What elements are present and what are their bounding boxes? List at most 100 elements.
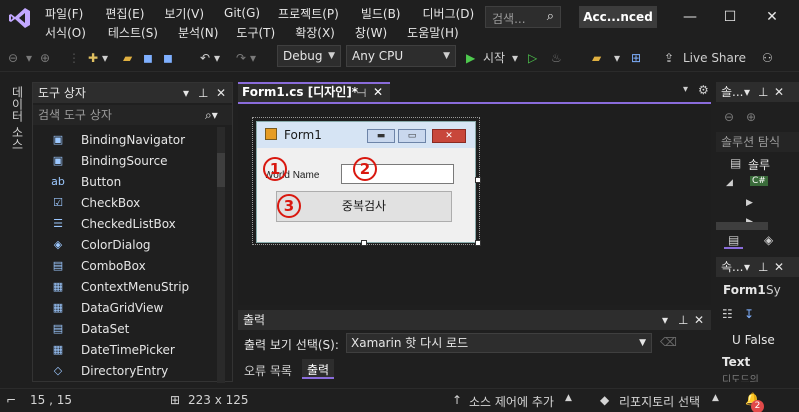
back-icon[interactable]: ⊖ xyxy=(8,48,18,68)
menu-tools[interactable]: 도구(T) xyxy=(236,24,275,41)
toolbox-item[interactable]: ▦ DateTimePicker xyxy=(51,339,175,360)
folder-view-icon[interactable]: ▰ xyxy=(592,48,601,68)
pin-icon[interactable]: ⊥ xyxy=(198,83,208,103)
chevron-down-icon[interactable]: ▾ xyxy=(662,310,668,330)
menu-project[interactable]: 프로젝트(P) xyxy=(278,5,339,22)
forward-icon[interactable]: ⊕ xyxy=(746,110,756,124)
toolbox-item[interactable]: ▦ DataGridView xyxy=(51,297,164,318)
solution-hscrollbar[interactable] xyxy=(716,222,768,230)
tab-form1-designer[interactable]: Form1.cs [디자인]* ⊣ ✕ xyxy=(238,82,390,102)
gear-icon[interactable]: ⚙ xyxy=(698,83,709,97)
solution-search-input[interactable]: 솔루션 탐식 xyxy=(716,132,799,152)
save-icon[interactable]: ◼ xyxy=(143,48,153,68)
chevron-down-icon[interactable]: ▾ xyxy=(26,48,32,68)
menu-view[interactable]: 보기(V) xyxy=(164,5,204,22)
solution-node-label[interactable]: 솔루 xyxy=(748,156,770,173)
toolbox-item[interactable]: ◈ ColorDialog xyxy=(51,234,151,255)
menu-build[interactable]: 빌드(B) xyxy=(361,5,401,22)
tab-error-list[interactable]: 오류 목록 xyxy=(244,362,292,379)
toolbox-item[interactable]: ▤ ComboBox xyxy=(51,255,146,276)
duplicate-check-button[interactable]: 중복검사 xyxy=(276,191,452,222)
repository-button[interactable]: 리포지토리 선택 xyxy=(619,393,700,410)
menu-test[interactable]: 테스트(S) xyxy=(108,24,158,41)
chevron-down-icon[interactable]: ▾ xyxy=(214,48,220,68)
platform-dropdown[interactable]: Any CPU ▼ xyxy=(346,45,456,67)
start-without-debug-icon[interactable]: ▷ xyxy=(528,48,537,68)
menu-edit[interactable]: 편집(E) xyxy=(105,5,144,22)
layout-icon[interactable]: ⊞ xyxy=(631,48,641,68)
close-icon[interactable]: ✕ xyxy=(752,6,792,28)
toolbox-scroll-thumb[interactable] xyxy=(217,153,225,187)
search-input[interactable]: 검색... ⌕ xyxy=(485,6,561,28)
tab-solution-explorer-icon[interactable]: ▤ xyxy=(724,233,744,249)
tab-git-changes-icon[interactable]: ◈ xyxy=(764,233,773,247)
pin-icon[interactable]: ⊥ xyxy=(758,257,768,277)
minimize-icon[interactable]: — xyxy=(670,6,710,28)
menu-git[interactable]: Git(G) xyxy=(224,6,260,20)
categorized-icon[interactable]: ☷ xyxy=(722,307,733,321)
chevron-down-icon[interactable]: ▾ xyxy=(744,82,750,102)
form1-window[interactable]: Form1 ▬ ▭ ✕ World Name 중복검사 1 2 3 xyxy=(256,121,476,243)
solution-title-button[interactable]: Acc...nced xyxy=(579,6,657,28)
back-icon[interactable]: ⊖ xyxy=(724,110,734,124)
toolbox-item[interactable]: ▣ BindingNavigator xyxy=(51,129,185,150)
maximize-icon[interactable]: ☐ xyxy=(710,6,750,28)
menu-format[interactable]: 서식(O) xyxy=(45,24,86,41)
resize-handle[interactable] xyxy=(475,177,481,183)
chevron-down-icon[interactable]: ▾ xyxy=(512,48,518,68)
toolbox-item[interactable]: ▤ DataSet xyxy=(51,318,130,339)
toolbox-search-input[interactable]: 검색 도구 상자 ⌕▾ xyxy=(33,105,232,125)
new-item-icon[interactable]: ✚ xyxy=(88,48,98,68)
toolbox-item[interactable]: ▦ ContextMenuStrip xyxy=(51,276,189,297)
chevron-down-icon[interactable]: ▾ xyxy=(744,257,750,277)
close-icon[interactable]: ✕ xyxy=(373,84,383,101)
live-share-icon[interactable]: ⇪ xyxy=(664,48,674,68)
alphabetical-icon[interactable]: ↧ xyxy=(744,307,754,321)
chevron-right-icon[interactable]: ▶ xyxy=(746,198,753,208)
menu-file[interactable]: 파일(F) xyxy=(45,5,83,22)
start-button[interactable]: 시작 xyxy=(483,48,505,68)
pin-icon[interactable]: ⊥ xyxy=(678,310,688,330)
close-icon[interactable]: ✕ xyxy=(216,83,226,103)
clear-output-icon[interactable]: ⌫ xyxy=(660,335,677,349)
config-dropdown[interactable]: Debug ▼ xyxy=(277,45,341,67)
live-share-button[interactable]: Live Share xyxy=(683,48,746,68)
close-icon[interactable]: ✕ xyxy=(774,257,784,277)
forward-icon[interactable]: ⊕ xyxy=(40,48,50,68)
feedback-icon[interactable]: ⚇ xyxy=(762,48,773,68)
chevron-down-icon[interactable]: ▾ xyxy=(102,48,108,68)
source-control-button[interactable]: 소스 제어에 추가 xyxy=(469,393,554,410)
menu-analyze[interactable]: 분석(N) xyxy=(178,24,218,41)
pin-icon[interactable]: ⊣ xyxy=(356,85,366,102)
pin-icon[interactable]: ⊥ xyxy=(758,82,768,102)
expand-icon[interactable]: ◢ xyxy=(726,178,733,188)
close-icon[interactable]: ✕ xyxy=(774,82,784,102)
tab-output[interactable]: 출력 xyxy=(302,359,335,379)
chevron-down-icon[interactable]: ▾ xyxy=(250,48,256,68)
menu-window[interactable]: 창(W) xyxy=(355,24,387,41)
resize-handle[interactable] xyxy=(361,240,367,246)
visual-studio-logo-icon[interactable] xyxy=(8,6,32,30)
menu-extensions[interactable]: 확장(X) xyxy=(295,24,335,41)
close-icon[interactable]: ✕ xyxy=(694,310,704,330)
undo-icon[interactable]: ↶ xyxy=(200,48,210,68)
tab-dropdown-icon[interactable]: ▾ xyxy=(683,84,688,95)
chevron-up-icon[interactable]: ▲ xyxy=(712,393,719,403)
toolbox-item[interactable]: ☰ CheckedListBox xyxy=(51,213,176,234)
redo-icon[interactable]: ↷ xyxy=(236,48,246,68)
play-icon[interactable]: ▶ xyxy=(466,48,475,68)
toolbox-item[interactable]: ☑ CheckBox xyxy=(51,192,140,213)
chevron-down-icon[interactable]: ▾ xyxy=(614,48,620,68)
chevron-down-icon[interactable]: ▾ xyxy=(183,83,189,103)
data-sources-tab[interactable]: 데이터 소스 xyxy=(0,82,28,382)
output-source-dropdown[interactable]: Xamarin 핫 다시 로드 ▼ xyxy=(346,333,652,353)
property-value[interactable]: U False xyxy=(732,333,775,347)
save-all-icon[interactable]: ◼ xyxy=(163,48,173,68)
menu-debug[interactable]: 디버그(D) xyxy=(423,5,475,22)
toolbox-item[interactable]: ◇ DirectoryEntry xyxy=(51,360,168,381)
menu-help[interactable]: 도움말(H) xyxy=(407,24,459,41)
resize-handle[interactable] xyxy=(475,240,481,246)
chevron-up-icon[interactable]: ▲ xyxy=(565,393,572,403)
toolbox-item[interactable]: ab Button xyxy=(51,171,121,192)
toolbox-item[interactable]: ▣ BindingSource xyxy=(51,150,168,171)
